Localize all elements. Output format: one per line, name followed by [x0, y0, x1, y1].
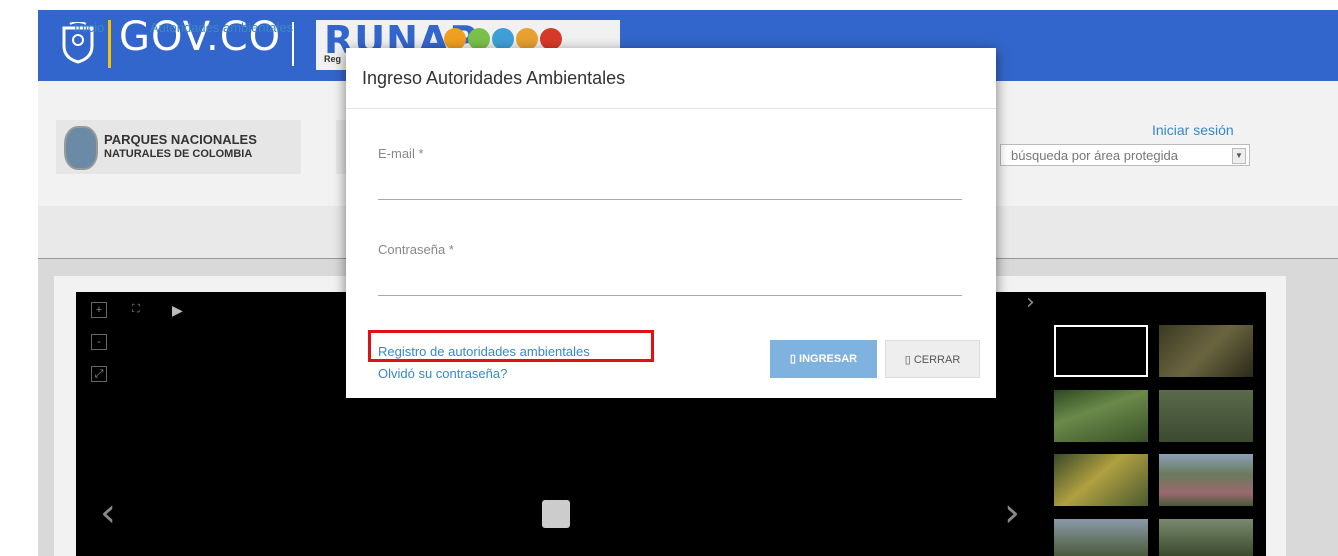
- play-icon[interactable]: ▶: [172, 302, 183, 319]
- zoom-in-button[interactable]: +: [91, 302, 107, 318]
- password-field[interactable]: [378, 295, 962, 296]
- pnn-emblem-icon: [64, 126, 98, 170]
- runap-icon-5: [540, 28, 562, 50]
- logo-line1: PARQUES NACIONALES: [104, 132, 257, 147]
- thumbnail[interactable]: [1054, 519, 1148, 556]
- thumbnail[interactable]: [1159, 454, 1253, 506]
- thumbnail[interactable]: [1159, 390, 1253, 442]
- login-modal: Ingreso Autoridades Ambientales E-mail *…: [346, 48, 996, 398]
- prev-arrow-icon[interactable]: ‹: [100, 490, 116, 536]
- runap-icon-4: [516, 28, 538, 50]
- thumbnail[interactable]: [1159, 325, 1253, 377]
- thumbnail[interactable]: [1054, 454, 1148, 506]
- thumbnail[interactable]: [1054, 390, 1148, 442]
- logo-line2: NATURALES DE COLOMBIA: [104, 148, 253, 160]
- modal-header: Ingreso Autoridades Ambientales: [346, 48, 996, 109]
- protected-area-select[interactable]: búsqueda por área protegida ▼: [1000, 144, 1250, 166]
- zoom-out-button[interactable]: -: [91, 334, 107, 350]
- loading-spinner-icon: [542, 500, 570, 528]
- runap-icon-1: [444, 28, 466, 50]
- next-arrow-icon[interactable]: ›: [1004, 490, 1020, 536]
- cerrar-button[interactable]: ▯ CERRAR: [885, 340, 980, 378]
- forgot-password-link[interactable]: Olvidó su contraseña?: [378, 366, 507, 381]
- thumbnail[interactable]: [1159, 519, 1253, 556]
- thumbs-next-icon[interactable]: ›: [1026, 290, 1035, 315]
- gov-divider: [108, 20, 111, 68]
- parques-nacionales-logo[interactable]: PARQUES NACIONALES NATURALES DE COLOMBIA: [56, 120, 301, 174]
- modal-title: Ingreso Autoridades Ambientales: [362, 68, 626, 88]
- email-label: E-mail *: [378, 146, 424, 161]
- password-label: Contraseña *: [378, 242, 454, 257]
- runap-icon-2: [468, 28, 490, 50]
- register-link[interactable]: Registro de autoridades ambientales: [378, 344, 590, 359]
- runap-subtitle: Reg: [324, 54, 342, 64]
- email-field[interactable]: [378, 199, 962, 200]
- area-select-value: búsqueda por área protegida: [1011, 148, 1178, 163]
- nav-item-autoridades[interactable]: Autoridades ambientales: [150, 20, 293, 35]
- fullscreen-icon[interactable]: ⛶: [132, 303, 140, 316]
- login-link[interactable]: Iniciar sesión: [1152, 122, 1234, 138]
- nav-item-inicio[interactable]: Inicio: [74, 20, 104, 35]
- reset-zoom-button[interactable]: ⤢: [91, 366, 107, 382]
- runap-icon-3: [492, 28, 514, 50]
- top-strip: [0, 0, 1338, 10]
- chevron-down-icon: ▼: [1232, 148, 1246, 164]
- thumbnail[interactable]: [1054, 325, 1148, 377]
- ingresar-button[interactable]: ▯ INGRESAR: [770, 340, 877, 378]
